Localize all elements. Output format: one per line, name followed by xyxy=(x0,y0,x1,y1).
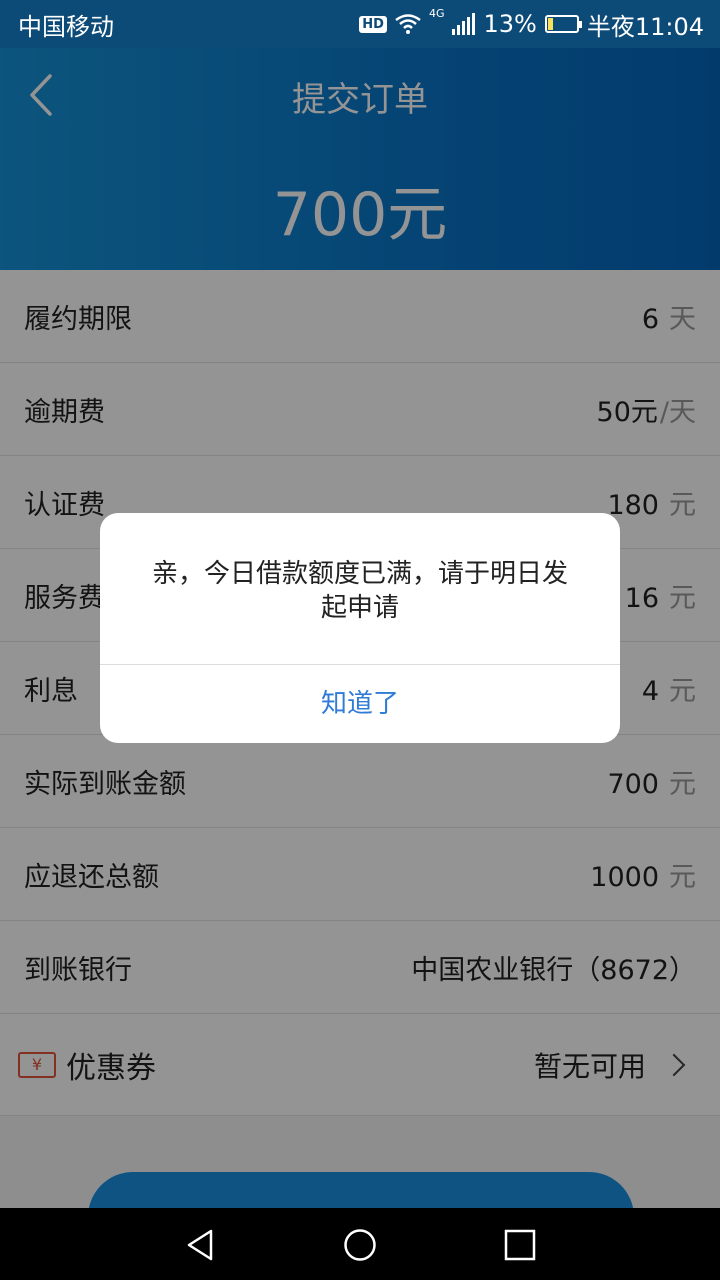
wifi-icon xyxy=(395,14,421,34)
network-label: 4G xyxy=(428,6,445,20)
dialog-message: 亲，今日借款额度已满，请于明日发起申请 xyxy=(151,559,568,623)
clock: 半夜11:04 xyxy=(586,12,704,41)
carrier-label: 中国移动 xyxy=(18,12,114,41)
nav-back-icon[interactable] xyxy=(183,1228,217,1262)
system-nav-bar xyxy=(0,1208,720,1280)
nav-recents-icon[interactable] xyxy=(503,1228,537,1262)
battery-percent: 13% xyxy=(483,10,537,38)
status-bar: 中国移动 HD 4G 13% 半夜11:04 xyxy=(0,0,720,48)
signal-icon xyxy=(452,13,476,35)
dialog-ok-button[interactable]: 知道了 xyxy=(100,665,620,743)
alert-dialog: 亲，今日借款额度已满，请于明日发起申请 知道了 xyxy=(100,513,620,743)
nav-home-icon[interactable] xyxy=(343,1228,377,1262)
status-icons: HD 4G 13% 半夜11:04 xyxy=(359,7,704,42)
hd-badge: HD xyxy=(359,15,387,33)
battery-icon xyxy=(544,15,582,33)
